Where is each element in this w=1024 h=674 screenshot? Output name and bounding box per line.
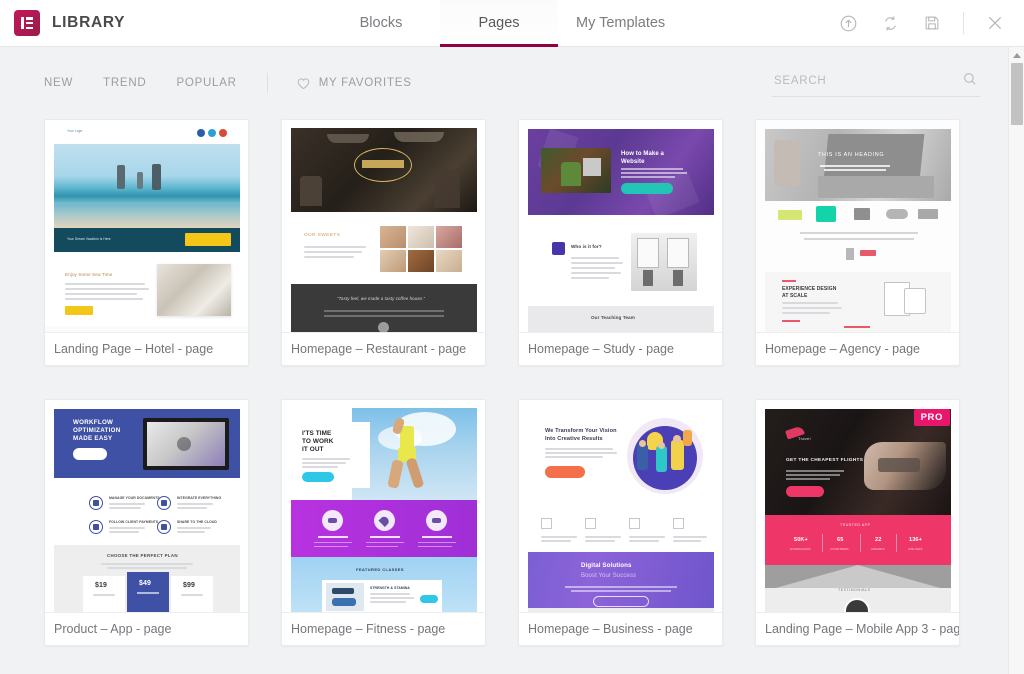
pro-badge: PRO: [913, 409, 950, 426]
template-title: Homepage – Fitness - page: [282, 612, 485, 645]
heart-icon: [296, 76, 311, 91]
caret-up-icon[interactable]: [1009, 47, 1024, 63]
template-thumbnail: We Transform Your Vision Into Creative Re…: [519, 400, 722, 612]
template-title: Product – App - page: [45, 612, 248, 645]
filter-trend[interactable]: TREND: [103, 73, 146, 93]
template-thumbnail: PRO Travel GET THE CHEAPEST FLIGHTS TRUS…: [756, 400, 959, 612]
elementor-logo-icon: [14, 10, 40, 36]
template-card[interactable]: Your Logo Your Dream Vacation is Here En…: [44, 119, 249, 366]
save-icon[interactable]: [921, 12, 943, 34]
template-card[interactable]: WORKFLOW OPTIMIZATION MADE EASY MANAGE YOU…: [44, 399, 249, 646]
template-card[interactable]: I'TS TIME TO WORK IT OUT FEATURED CLASSE…: [281, 399, 486, 646]
header-divider: [963, 12, 964, 34]
template-title: Homepage – Business - page: [519, 612, 722, 645]
favorites-label: MY FAVORITES: [318, 77, 412, 89]
template-card[interactable]: PRO Travel GET THE CHEAPEST FLIGHTS TRUS…: [755, 399, 960, 646]
template-card[interactable]: How to Make a Website Who is it for? Our…: [518, 119, 723, 366]
template-thumbnail: OUR SWEETS "Tasty feel, we made a tasty …: [282, 120, 485, 332]
template-card[interactable]: We Transform Your Vision Into Creative Re…: [518, 399, 723, 646]
template-card[interactable]: OUR SWEETS "Tasty feel, we made a tasty …: [281, 119, 486, 366]
template-title: Landing Page – Mobile App 3 - page: [756, 612, 959, 645]
template-thumbnail: THIS IS AN HEADING EXPERIENCE DESIGN AT …: [756, 120, 959, 332]
template-title: Homepage – Study - page: [519, 332, 722, 365]
filter-bar: NEW TREND POPULAR MY FAVORITES: [0, 47, 1024, 119]
filter-popular[interactable]: POPULAR: [176, 73, 236, 93]
template-thumbnail: Your Logo Your Dream Vacation is Here En…: [45, 120, 248, 332]
page-title: LIBRARY: [52, 14, 126, 31]
sync-icon[interactable]: [879, 12, 901, 34]
template-thumbnail: I'TS TIME TO WORK IT OUT FEATURED CLASSE…: [282, 400, 485, 612]
scrollbar-thumb[interactable]: [1011, 63, 1023, 125]
tab-my-templates[interactable]: My Templates: [558, 0, 683, 46]
filter-group: NEW TREND POPULAR MY FAVORITES: [44, 73, 412, 93]
template-title: Landing Page – Hotel - page: [45, 332, 248, 365]
close-icon[interactable]: [984, 12, 1006, 34]
template-card[interactable]: THIS IS AN HEADING EXPERIENCE DESIGN AT …: [755, 119, 960, 366]
vertical-scrollbar[interactable]: [1008, 47, 1024, 674]
filter-divider: [266, 73, 268, 93]
modal-header: LIBRARY Blocks Pages My Templates: [0, 0, 1024, 47]
upload-icon[interactable]: [837, 12, 859, 34]
template-thumbnail: How to Make a Website Who is it for? Our…: [519, 120, 722, 332]
tab-bar: Blocks Pages My Templates: [300, 0, 837, 47]
template-grid-scroll[interactable]: Your Logo Your Dream Vacation is Here En…: [0, 119, 1024, 674]
search-box: [772, 69, 980, 97]
filter-new[interactable]: NEW: [44, 73, 73, 93]
template-title: Homepage – Agency - page: [756, 332, 959, 365]
search-icon[interactable]: [962, 71, 978, 87]
brand-area: LIBRARY: [0, 0, 300, 46]
template-title: Homepage – Restaurant - page: [282, 332, 485, 365]
template-grid: Your Logo Your Dream Vacation is Here En…: [44, 119, 980, 646]
header-actions: [837, 0, 1024, 46]
tab-pages[interactable]: Pages: [440, 0, 558, 47]
library-modal: LIBRARY Blocks Pages My Templates NEW TR…: [0, 0, 1024, 674]
template-thumbnail: WORKFLOW OPTIMIZATION MADE EASY MANAGE YOU…: [45, 400, 248, 612]
tab-blocks[interactable]: Blocks: [322, 0, 440, 46]
search-input[interactable]: [772, 69, 980, 97]
filter-my-favorites[interactable]: MY FAVORITES: [296, 73, 412, 93]
